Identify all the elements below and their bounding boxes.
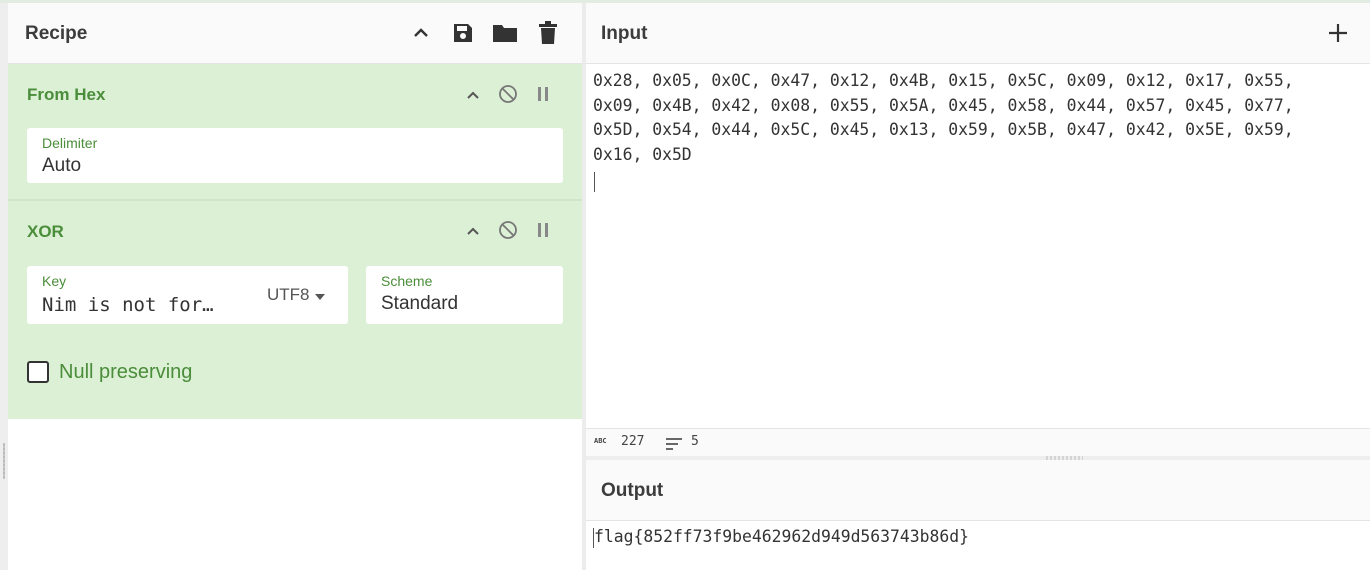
output-text: flag{852ff73f9be462962d949d563743b86d} xyxy=(594,527,969,546)
line-count: 5 xyxy=(691,434,699,449)
chevron-up-icon[interactable] xyxy=(462,220,484,242)
input-textarea[interactable]: 0x28, 0x05, 0x0C, 0x47, 0x12, 0x4B, 0x15… xyxy=(586,64,1370,428)
input-line: 0x5D, 0x54, 0x44, 0x5C, 0x45, 0x13, 0x59… xyxy=(593,120,1294,139)
field-value: Auto xyxy=(42,155,82,176)
input-statusbar: ABC 227 5 xyxy=(586,428,1370,457)
key-field[interactable]: Key Nim is not for… UTF8 xyxy=(27,266,348,324)
null-preserving-label[interactable]: Null preserving xyxy=(59,361,192,384)
text-cursor xyxy=(594,172,595,192)
field-label: Scheme xyxy=(381,273,433,289)
recipe-title: Recipe xyxy=(25,23,88,44)
trash-icon[interactable] xyxy=(535,20,561,46)
output-textarea[interactable]: flag{852ff73f9be462962d949d563743b86d} xyxy=(586,521,1370,570)
disable-icon[interactable] xyxy=(497,83,519,105)
null-preserving-checkbox[interactable] xyxy=(27,361,49,383)
pause-icon[interactable] xyxy=(532,219,554,241)
plus-icon[interactable] xyxy=(1326,21,1350,45)
disable-icon[interactable] xyxy=(497,219,519,241)
left-resize-edge[interactable] xyxy=(0,3,8,570)
chevron-up-icon[interactable] xyxy=(408,20,434,46)
key-input[interactable]: Nim is not for… xyxy=(42,294,214,316)
pause-icon[interactable] xyxy=(532,83,554,105)
input-title: Input xyxy=(601,23,648,44)
output-panel: Output flag{852ff73f9be462962d949d563743… xyxy=(586,460,1370,570)
operation-xor[interactable]: XOR Key Nim is not for… UTF8 Scheme Stan… xyxy=(8,201,582,419)
field-label: Delimiter xyxy=(42,135,98,151)
save-icon[interactable] xyxy=(450,20,476,46)
output-header: Output xyxy=(586,460,1370,521)
recipe-panel: Recipe From Hex Delimiter Auto XOR Key N… xyxy=(8,3,582,570)
chevron-up-icon[interactable] xyxy=(462,84,484,106)
encoding-dropdown[interactable]: UTF8 xyxy=(267,285,325,305)
input-line: 0x09, 0x4B, 0x42, 0x08, 0x55, 0x5A, 0x45… xyxy=(593,95,1294,115)
input-line: 0x16, 0x5D xyxy=(593,144,692,164)
operation-from-hex[interactable]: From Hex Delimiter Auto xyxy=(8,64,582,201)
scheme-field[interactable]: Scheme Standard xyxy=(366,266,563,324)
delimiter-field[interactable]: Delimiter Auto xyxy=(27,128,563,183)
recipe-header: Recipe xyxy=(8,3,582,64)
field-value: Standard xyxy=(381,293,459,314)
operation-title: XOR xyxy=(27,222,64,241)
output-title: Output xyxy=(601,480,664,501)
operation-title: From Hex xyxy=(27,85,106,104)
length-count: 227 xyxy=(621,434,645,449)
encoding-label: UTF8 xyxy=(267,285,310,304)
abc-icon: ABC xyxy=(594,437,607,445)
resize-grip[interactable] xyxy=(3,443,5,479)
field-label: Key xyxy=(42,273,67,289)
input-header: Input xyxy=(586,3,1370,64)
input-line: 0x28, 0x05, 0x0C, 0x47, 0x12, 0x4B, 0x15… xyxy=(593,71,1294,90)
caret-down-icon xyxy=(314,285,325,305)
lines-icon xyxy=(666,437,682,455)
folder-icon[interactable] xyxy=(492,20,518,46)
input-panel: Input 0x28, 0x05, 0x0C, 0x47, 0x12, 0x4B… xyxy=(586,3,1370,428)
